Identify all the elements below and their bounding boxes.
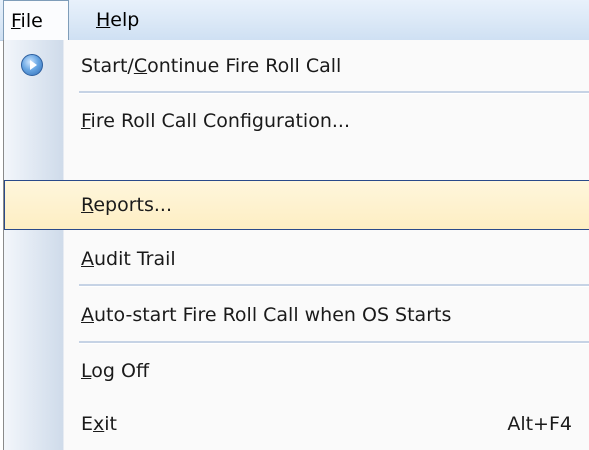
menu-item-auto-start[interactable]: Auto-start Fire Roll Call when OS Starts — [4, 289, 589, 341]
label-mnemonic: C — [133, 55, 148, 77]
menu-item-label: Auto-start Fire Roll Call when OS Starts — [81, 289, 451, 341]
menu-help-label: elp — [110, 9, 140, 31]
label-mnemonic: A — [81, 304, 94, 326]
menu-item-start-continue[interactable]: Start/Continue Fire Roll Call — [4, 40, 589, 92]
label-part: og Off — [91, 360, 150, 382]
label-mnemonic: A — [81, 248, 94, 270]
menu-file-label: ile — [20, 10, 43, 32]
menu-help-mnemonic: H — [96, 9, 111, 31]
label-part: uto-start Fire Roll Call when OS Starts — [94, 304, 452, 326]
menu-item-log-off[interactable]: Log Off — [4, 345, 589, 397]
menu-item-label: Log Off — [81, 345, 149, 397]
menu-item-exit[interactable]: Exit Alt+F4 — [4, 398, 589, 450]
label-mnemonic: L — [81, 360, 92, 382]
label-part: ontinue Fire Roll Call — [147, 55, 342, 77]
play-circle-icon — [21, 54, 43, 76]
label-mnemonic: x — [93, 413, 105, 435]
menu-item-reports[interactable]: Reports... — [4, 180, 589, 230]
menu-item-audit-trail[interactable]: Audit Trail — [4, 233, 589, 285]
label-mnemonic: F — [81, 110, 91, 132]
label-part: Start/ — [81, 55, 134, 77]
label-part: it — [104, 413, 117, 435]
menu-separator — [79, 91, 589, 94]
label-part: eports... — [93, 194, 173, 216]
menu-item-label: Fire Roll Call Configuration... — [81, 95, 350, 147]
menu-file[interactable]: File — [3, 0, 69, 41]
menu-separator — [79, 284, 589, 287]
file-dropdown-menu: Start/Continue Fire Roll Call Fire Roll … — [3, 40, 589, 450]
label-mnemonic: R — [81, 194, 94, 216]
screen: File Help Start/Continue Fire Roll Call … — [0, 0, 589, 450]
label-part: E — [81, 413, 94, 435]
menu-item-label: Audit Trail — [81, 233, 176, 285]
menu-help[interactable]: Help — [90, 0, 160, 41]
shortcut-text: Alt+F4 — [507, 413, 572, 435]
menu-item-label: Start/Continue Fire Roll Call — [81, 40, 341, 92]
menu-item-label: Reports... — [81, 181, 172, 229]
menu-item-label: Exit — [81, 398, 117, 450]
menu-bar: File Help — [0, 0, 589, 41]
label-part: ire Roll Call Configuration... — [90, 110, 350, 132]
menu-item-configuration[interactable]: Fire Roll Call Configuration... — [4, 95, 589, 147]
menu-file-mnemonic: F — [11, 10, 21, 32]
label-part: udit Trail — [94, 248, 176, 270]
menu-separator — [79, 341, 589, 344]
